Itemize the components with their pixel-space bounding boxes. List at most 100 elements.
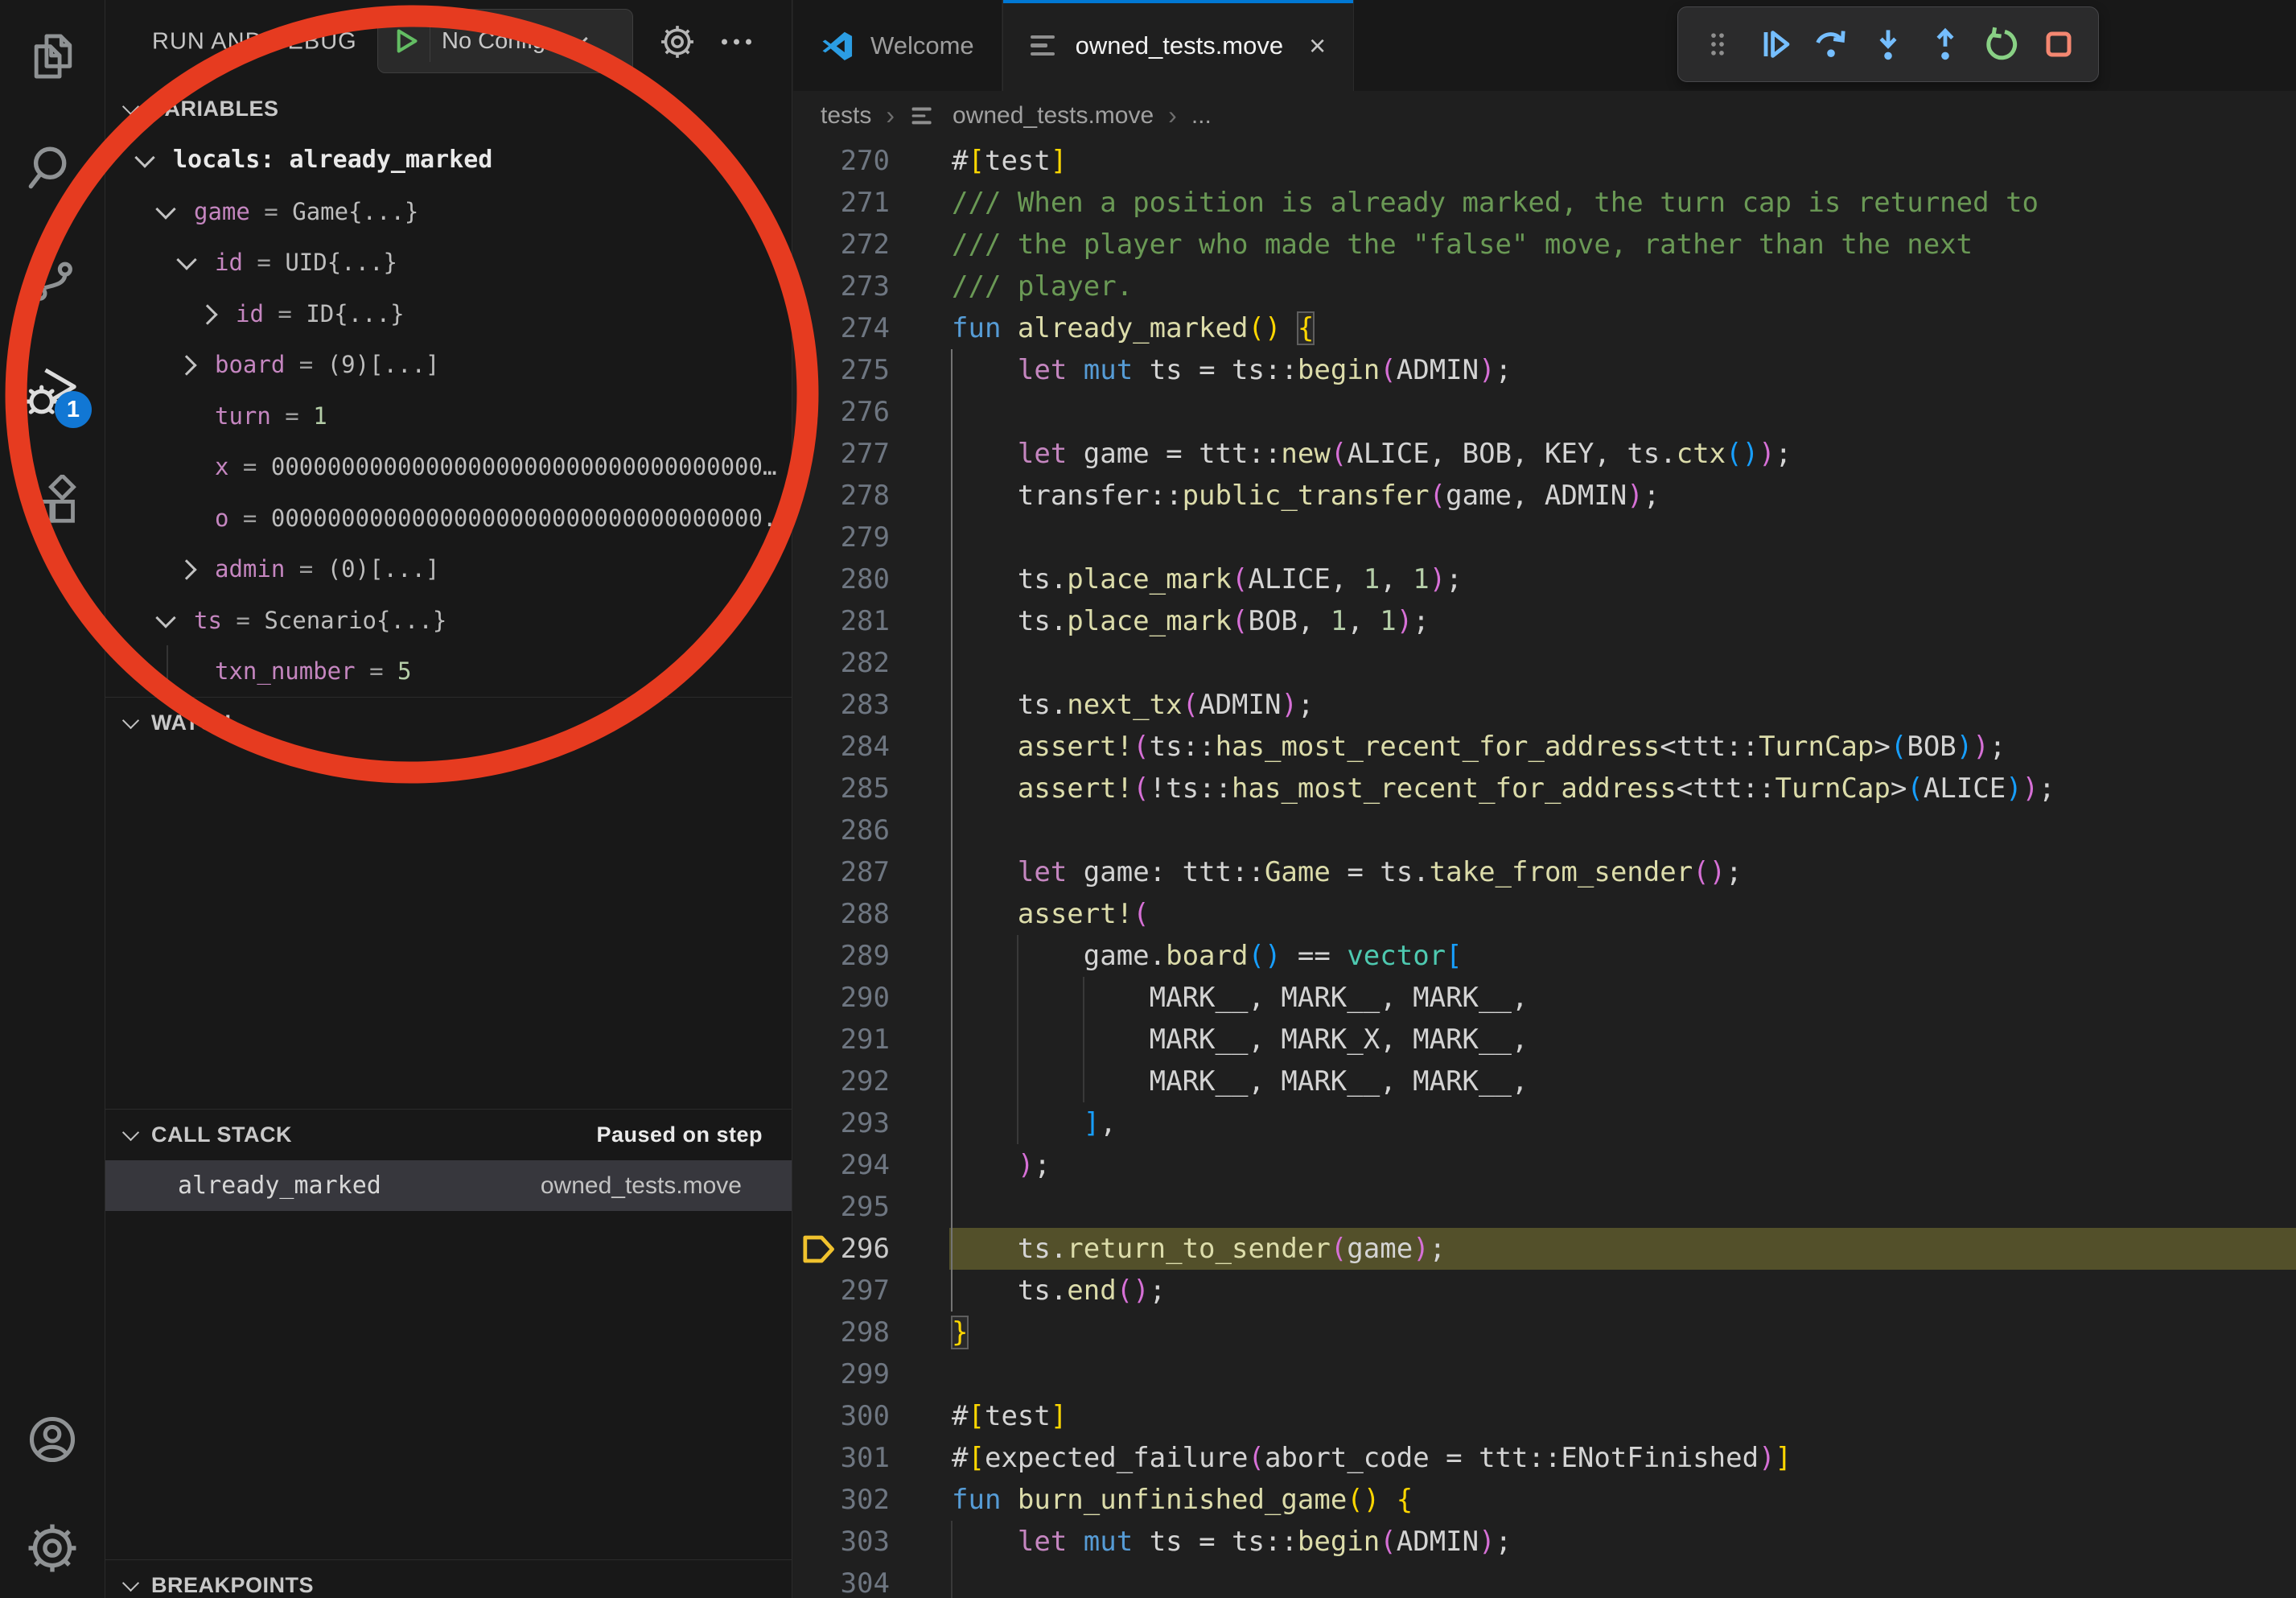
line-number[interactable]: 279 (793, 517, 890, 558)
code-line-292[interactable]: 292 MARK__, MARK__, MARK__, (793, 1061, 2296, 1102)
line-number[interactable]: 287 (793, 851, 890, 893)
line-number[interactable]: 278 (793, 475, 890, 517)
line-number[interactable]: 277 (793, 433, 890, 475)
watch-section-header[interactable]: WATCH (105, 697, 792, 748)
line-number[interactable]: 285 (793, 768, 890, 809)
code-line-285[interactable]: 285 assert!(!ts::has_most_recent_for_add… (793, 768, 2296, 809)
line-number[interactable]: 275 (793, 349, 890, 391)
code-line-291[interactable]: 291 MARK__, MARK_X, MARK__, (793, 1019, 2296, 1061)
line-number[interactable]: 289 (793, 935, 890, 977)
tab-welcome[interactable]: Welcome (793, 0, 1002, 91)
stop-button[interactable] (2035, 16, 2082, 72)
more-actions-icon[interactable] (722, 39, 751, 45)
restart-button[interactable] (1978, 16, 2025, 72)
line-number[interactable]: 302 (793, 1479, 890, 1521)
code-line-283[interactable]: 283 ts.next_tx(ADMIN); (793, 684, 2296, 726)
line-number[interactable]: 270 (793, 140, 890, 182)
breadcrumb-item-symbol[interactable]: ... (1191, 102, 1212, 130)
variable-row-id[interactable]: id = ID{...} (105, 288, 792, 340)
search-icon[interactable] (0, 118, 105, 218)
chevron-right-icon[interactable] (176, 355, 196, 375)
line-number[interactable]: 300 (793, 1395, 890, 1437)
code-line-273[interactable]: 273/// player. (793, 266, 2296, 307)
variable-row-board[interactable]: board = (9)[...] (105, 339, 792, 390)
code-line-294[interactable]: 294 ); (793, 1144, 2296, 1186)
line-number[interactable]: 297 (793, 1270, 890, 1312)
variable-row-ts[interactable]: ts = Scenario{...} (105, 595, 792, 646)
line-number[interactable]: 290 (793, 977, 890, 1019)
code-line-279[interactable]: 279 (793, 517, 2296, 558)
line-number[interactable]: 299 (793, 1353, 890, 1395)
chevron-down-icon[interactable] (155, 607, 175, 628)
code-line-298[interactable]: 298} (793, 1312, 2296, 1353)
code-line-272[interactable]: 272/// the player who made the "false" m… (793, 224, 2296, 266)
variable-row-o[interactable]: o = 00000000000000000000000000000000000. (105, 492, 792, 544)
variable-row-turn[interactable]: turn = 1 (105, 390, 792, 442)
line-number[interactable]: 281 (793, 600, 890, 642)
code-line-289[interactable]: 289 game.board() == vector[ (793, 935, 2296, 977)
variables-section-header[interactable]: VARIABLES (105, 83, 792, 134)
code-area[interactable]: 270#[test]271/// When a position is alre… (793, 140, 2296, 1598)
source-control-icon[interactable] (0, 229, 105, 328)
line-number[interactable]: 280 (793, 558, 890, 600)
variable-row-id[interactable]: id = UID{...} (105, 237, 792, 288)
code-line-275[interactable]: 275 let mut ts = ts::begin(ADMIN); (793, 349, 2296, 391)
debug-config-dropdown[interactable]: No Configurations (377, 9, 633, 73)
code-line-282[interactable]: 282 (793, 642, 2296, 684)
code-line-271[interactable]: 271/// When a position is already marked… (793, 182, 2296, 224)
code-line-274[interactable]: 274fun already_marked() { (793, 307, 2296, 349)
close-tab-icon[interactable]: × (1309, 31, 1326, 60)
line-number[interactable]: 291 (793, 1019, 890, 1061)
line-number[interactable]: 303 (793, 1521, 890, 1563)
line-number[interactable]: 288 (793, 893, 890, 935)
code-line-280[interactable]: 280 ts.place_mark(ALICE, 1, 1); (793, 558, 2296, 600)
line-number[interactable]: 282 (793, 642, 890, 684)
step-into-button[interactable] (1865, 16, 1911, 72)
code-line-300[interactable]: 300#[test] (793, 1395, 2296, 1437)
accounts-icon[interactable] (0, 1390, 105, 1489)
code-line-276[interactable]: 276 (793, 391, 2296, 433)
variable-scope-row[interactable]: locals: already_marked (105, 134, 792, 186)
step-over-button[interactable] (1808, 16, 1854, 72)
line-number[interactable]: 301 (793, 1437, 890, 1479)
code-line-296[interactable]: 296 ts.return_to_sender(game); (793, 1228, 2296, 1270)
tab-owned-tests-move[interactable]: owned_tests.move × (1002, 0, 1355, 91)
breakpoints-section-header[interactable]: BREAKPOINTS (105, 1559, 792, 1598)
toolbar-drag-grip-icon[interactable] (1694, 16, 1741, 72)
line-number[interactable]: 284 (793, 726, 890, 768)
code-line-281[interactable]: 281 ts.place_mark(BOB, 1, 1); (793, 600, 2296, 642)
variable-row-game[interactable]: game = Game{...} (105, 186, 792, 237)
code-line-301[interactable]: 301#[expected_failure(abort_code = ttt::… (793, 1437, 2296, 1479)
explorer-icon[interactable] (0, 6, 105, 105)
chevron-right-icon[interactable] (197, 304, 217, 324)
breadcrumb-item-tests[interactable]: tests (821, 102, 871, 130)
step-out-button[interactable] (1922, 16, 1969, 72)
code-line-284[interactable]: 284 assert!(ts::has_most_recent_for_addr… (793, 726, 2296, 768)
breadcrumb-item-file[interactable]: owned_tests.move (953, 102, 1154, 130)
code-line-299[interactable]: 299 (793, 1353, 2296, 1395)
variable-row-txn_number[interactable]: txn_number = 5 (105, 645, 792, 697)
line-number[interactable]: 273 (793, 266, 890, 307)
chevron-down-icon[interactable] (134, 147, 154, 167)
code-line-304[interactable]: 304 (793, 1563, 2296, 1598)
variable-row-x[interactable]: x = 00000000000000000000000000000000000… (105, 441, 792, 492)
debug-gear-icon[interactable] (659, 23, 696, 60)
line-number[interactable]: 298 (793, 1312, 890, 1353)
code-line-293[interactable]: 293 ], (793, 1102, 2296, 1144)
code-line-278[interactable]: 278 transfer::public_transfer(game, ADMI… (793, 475, 2296, 517)
code-line-302[interactable]: 302fun burn_unfinished_game() { (793, 1479, 2296, 1521)
code-line-287[interactable]: 287 let game: ttt::Game = ts.take_from_s… (793, 851, 2296, 893)
code-line-297[interactable]: 297 ts.end(); (793, 1270, 2296, 1312)
code-line-277[interactable]: 277 let game = ttt::new(ALICE, BOB, KEY,… (793, 433, 2296, 475)
line-number[interactable]: 283 (793, 684, 890, 726)
start-debugging-icon[interactable] (389, 25, 422, 57)
continue-button[interactable] (1751, 16, 1798, 72)
code-line-288[interactable]: 288 assert!( (793, 893, 2296, 935)
code-line-303[interactable]: 303 let mut ts = ts::begin(ADMIN); (793, 1521, 2296, 1563)
code-line-290[interactable]: 290 MARK__, MARK__, MARK__, (793, 977, 2296, 1019)
call-stack-section-header[interactable]: CALL STACK Paused on step (105, 1109, 792, 1160)
call-stack-frame-row[interactable]: already_marked owned_tests.move (105, 1160, 792, 1211)
line-number[interactable]: 293 (793, 1102, 890, 1144)
chevron-right-icon[interactable] (176, 559, 196, 579)
settings-gear-icon[interactable] (0, 1498, 105, 1598)
